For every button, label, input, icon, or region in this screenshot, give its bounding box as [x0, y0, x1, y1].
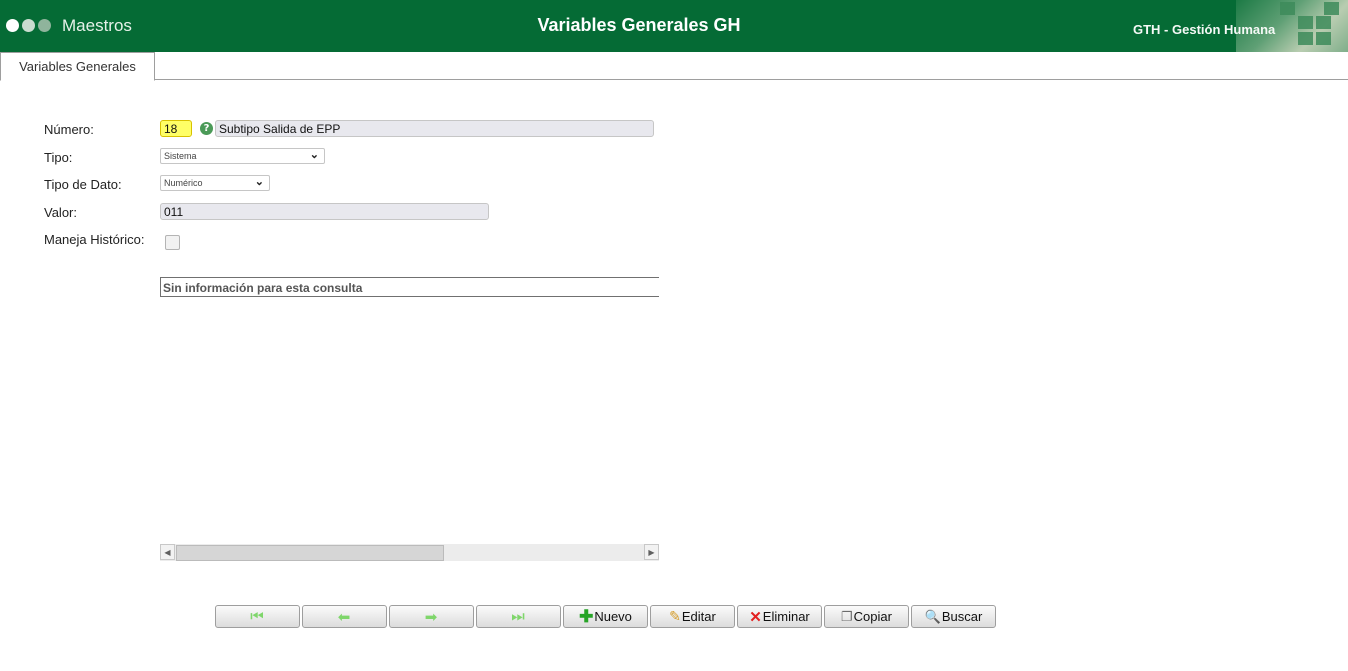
nuevo-label: Nuevo — [594, 609, 632, 624]
historico-checkbox[interactable] — [165, 235, 180, 250]
tipo-label: Tipo: — [44, 150, 73, 165]
magnifier-icon: 🔍 — [924, 608, 941, 624]
help-icon[interactable]: ? — [200, 122, 213, 135]
buscar-label: Buscar — [941, 609, 983, 624]
next-arrow-icon: ➡ — [424, 608, 438, 626]
copy-icon: ❐ — [841, 608, 853, 624]
eliminar-label: Eliminar — [762, 609, 810, 624]
scroll-left-icon[interactable]: ◀ — [160, 544, 175, 560]
valor-label: Valor: — [44, 205, 77, 220]
editar-label: Editar — [681, 609, 716, 624]
buscar-button[interactable]: 🔍 Buscar — [911, 605, 996, 628]
numero-input[interactable]: 18 — [160, 120, 192, 137]
chevron-down-icon: ⌄ — [309, 149, 319, 161]
first-record-icon: ⏮ — [250, 608, 264, 625]
horizontal-scrollbar[interactable]: ◀ ▶ — [160, 544, 659, 561]
copiar-label: Copiar — [853, 609, 892, 624]
tipo-dato-select-value: Numérico — [164, 178, 203, 188]
chevron-down-icon: ⌄ — [254, 176, 264, 188]
grid-empty-message: Sin información para esta consulta — [163, 281, 363, 295]
numero-label: Número: — [44, 122, 94, 137]
tipo-dato-label: Tipo de Dato: — [44, 177, 122, 192]
eliminar-button[interactable]: ✕ Eliminar — [737, 605, 822, 628]
prev-record-button[interactable]: ⬅ — [302, 605, 387, 628]
last-record-button[interactable]: ⏭ — [476, 605, 561, 628]
historico-label: Maneja Histórico: — [44, 232, 145, 247]
page-title: Variables Generales GH — [537, 15, 741, 35]
app-name: GTH - Gestión Humana — [1133, 22, 1276, 37]
valor-input[interactable]: 011 — [160, 203, 489, 220]
last-record-icon: ⏭ — [511, 608, 525, 625]
copiar-button[interactable]: ❐ Copiar — [824, 605, 909, 628]
app-header: Maestros Variables Generales GH GTH - Ge… — [0, 0, 1348, 52]
first-record-button[interactable]: ⏮ — [215, 605, 300, 628]
scroll-right-icon[interactable]: ▶ — [644, 544, 659, 560]
tab-variables-generales[interactable]: Variables Generales — [0, 52, 155, 81]
tipo-dato-select[interactable]: Numérico ⌄ — [160, 175, 270, 191]
numero-description-field: Subtipo Salida de EPP — [215, 120, 654, 137]
tipo-select-value: Sistema — [164, 151, 197, 161]
plus-icon: ✚ — [579, 606, 594, 626]
results-grid: Sin información para esta consulta — [160, 277, 659, 297]
tab-bar-line — [0, 79, 1348, 80]
editar-button[interactable]: ✎ Editar — [650, 605, 735, 628]
pencil-icon: ✎ — [669, 608, 681, 624]
delete-x-icon: ✕ — [749, 608, 762, 626]
next-record-button[interactable]: ➡ — [389, 605, 474, 628]
tipo-select[interactable]: Sistema ⌄ — [160, 148, 325, 164]
prev-arrow-icon: ⬅ — [337, 608, 351, 626]
scrollbar-thumb[interactable] — [176, 545, 444, 561]
nuevo-button[interactable]: ✚ Nuevo — [563, 605, 648, 628]
